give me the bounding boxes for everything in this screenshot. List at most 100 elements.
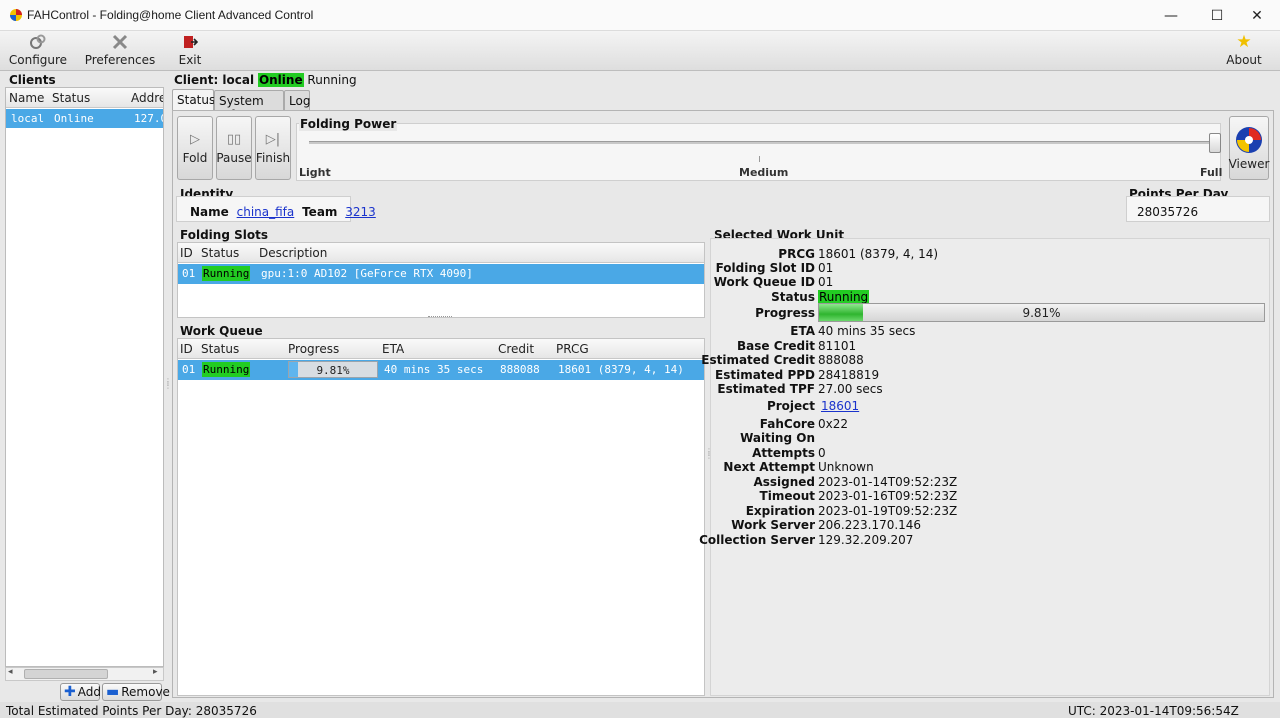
viewer-label: Viewer (1228, 157, 1270, 171)
configure-icon (29, 33, 47, 51)
clients-horizontal-scrollbar[interactable]: ◂ ▸ (5, 667, 164, 681)
pause-button[interactable]: ▯▯ Pause (216, 116, 252, 180)
finish-icon: ▷| (265, 131, 281, 147)
slot-description: gpu:1:0 AD102 [GeForce RTX 4090] (261, 267, 473, 280)
wq-col-id[interactable]: ID (180, 342, 193, 356)
work-queue-table: ID Status Progress ETA Credit PRCG 01 Ru… (177, 338, 705, 696)
wu-field-label: Assigned (753, 475, 815, 489)
configure-button[interactable]: Configure (8, 33, 68, 69)
viewer-button[interactable]: Viewer (1229, 116, 1269, 180)
wu-progress-text: 9.81% (1022, 306, 1061, 320)
clients-col-name[interactable]: Name (9, 91, 44, 105)
wu-field-label: FahCore (759, 417, 815, 431)
fold-label: Fold (182, 150, 208, 165)
wu-field-label: Expiration (745, 504, 815, 518)
wq-status: Running (202, 362, 251, 377)
fold-button[interactable]: ▷ Fold (177, 116, 213, 180)
minimize-icon: — (1164, 7, 1178, 24)
folding-power-track[interactable] (309, 141, 1217, 144)
wq-header-row: ID Status Progress ETA Credit PRCG (178, 339, 704, 359)
wu-field-value: 129.32.209.207 (818, 533, 914, 547)
about-button[interactable]: ★ About (1224, 32, 1264, 69)
ppd-value: 28035726 (1137, 205, 1199, 219)
slot-row[interactable]: 01 Running gpu:1:0 AD102 [GeForce RTX 40… (178, 264, 704, 284)
splitter-grip-horizontal[interactable] (428, 316, 452, 318)
fah-app-icon (10, 9, 22, 21)
wu-field-value: 28418819 (818, 368, 880, 382)
plus-icon: ✚ (64, 684, 76, 700)
wu-project-link[interactable]: 18601 (821, 399, 859, 413)
slots-col-status[interactable]: Status (201, 246, 239, 260)
clients-col-status[interactable]: Status (52, 91, 90, 105)
identity-team-label: Team (302, 205, 338, 219)
slot-id: 01 (182, 267, 196, 280)
scroll-thumb[interactable] (24, 669, 108, 679)
slots-col-id[interactable]: ID (180, 246, 193, 260)
scroll-left-icon[interactable]: ◂ (8, 667, 13, 677)
wu-field-label: Estimated PPD (715, 368, 815, 382)
toolbar: Configure Preferences Exit ★ About (0, 31, 1280, 71)
exit-button[interactable]: Exit (172, 33, 208, 69)
add-client-button[interactable]: ✚ Add (60, 683, 101, 701)
identity-name-link[interactable]: china_fifa (237, 205, 295, 219)
close-button[interactable]: ✕ (1234, 0, 1280, 31)
window-title: FAHControl - Folding@home Client Advance… (27, 8, 314, 22)
wu-field-row: Estimated TPF 27.00 secs (710, 382, 882, 397)
wq-id: 01 (182, 363, 196, 376)
clients-section-label: Clients (9, 73, 56, 87)
finish-button[interactable]: ▷| Finish (255, 116, 291, 180)
client-header: Client: local Online Running (174, 73, 357, 87)
wq-prcg: 18601 (8379, 4, 14) (558, 363, 684, 376)
scroll-right-icon[interactable]: ▸ (153, 667, 158, 677)
wq-col-status[interactable]: Status (201, 342, 239, 356)
wq-col-credit[interactable]: Credit (498, 342, 534, 356)
wq-col-prcg[interactable]: PRCG (556, 342, 589, 356)
tab-log[interactable]: Log (284, 90, 310, 110)
wq-eta: 40 mins 35 secs (384, 363, 484, 376)
wu-field-value: 206.223.170.146 (818, 518, 922, 532)
wu-field-value: 27.00 secs (818, 382, 883, 396)
wu-field-label: Base Credit (736, 339, 815, 353)
splitter-grip[interactable]: ⋮ ⋮ (164, 378, 172, 390)
wu-field-value: 01 (818, 275, 834, 289)
preferences-button[interactable]: Preferences (84, 33, 156, 69)
client-row[interactable]: local Online 127.0.0.1:36330 (6, 109, 163, 128)
wu-field-label: Next Attempt (723, 460, 815, 474)
slots-col-description[interactable]: Description (259, 246, 327, 260)
wu-field-row: ETA 40 mins 35 secs (710, 324, 915, 339)
wq-col-progress[interactable]: Progress (288, 342, 339, 356)
folding-slots-table: ID Status Description 01 Running gpu:1:0… (177, 242, 705, 318)
wq-col-eta[interactable]: ETA (382, 342, 404, 356)
clients-col-address[interactable]: Address (131, 91, 163, 105)
title-bar: FAHControl - Folding@home Client Advance… (0, 0, 1280, 31)
folding-power-slider-thumb[interactable] (1209, 133, 1221, 153)
utc-time: UTC: 2023-01-14T09:56:54Z (1068, 704, 1239, 718)
tab-system-info[interactable]: System Info (214, 90, 284, 122)
wu-field-value: 2023-01-19T09:52:23Z (818, 504, 958, 518)
tab-status[interactable]: Status (172, 89, 215, 110)
wu-field-row: Collection Server 129.32.209.207 (699, 533, 913, 548)
wrench-icon (111, 33, 129, 51)
wu-field-label: Estimated TPF (717, 382, 815, 396)
wu-field-label: Folding Slot ID (715, 261, 815, 275)
wu-field-label: ETA (790, 324, 815, 338)
wu-field-value: 2023-01-16T09:52:23Z (818, 489, 958, 503)
wu-field-row: Timeout 2023-01-16T09:52:23Z (710, 489, 958, 504)
wq-row[interactable]: 01 Running 9.81% 40 mins 35 secs 888088 … (178, 360, 704, 380)
client-header-prefix: Client: local (174, 73, 255, 87)
slider-mid-tick (759, 156, 760, 162)
pause-label: Pause (216, 150, 252, 165)
wu-field-value: 0x22 (818, 417, 849, 431)
wu-field-label: Waiting On (740, 431, 815, 445)
wu-field-label: Progress (755, 306, 815, 320)
identity-team-link[interactable]: 3213 (345, 205, 376, 219)
identity-row: Name china_fifa Team 3213 (190, 205, 376, 219)
wu-field-row: Work Server 206.223.170.146 (710, 518, 921, 533)
wu-field-value: 18601 (8379, 4, 14) (818, 247, 939, 261)
add-label: Add (77, 685, 101, 699)
wu-field-row: Expiration 2023-01-19T09:52:23Z (710, 504, 957, 519)
wu-field-label: Collection Server (699, 533, 815, 547)
minimize-button[interactable]: — (1148, 0, 1194, 31)
selected-wu-fields: PRCG 18601 (8379, 4, 14) Folding Slot ID 01… (699, 244, 1270, 554)
remove-client-button[interactable]: ▬ Remove (102, 683, 170, 701)
